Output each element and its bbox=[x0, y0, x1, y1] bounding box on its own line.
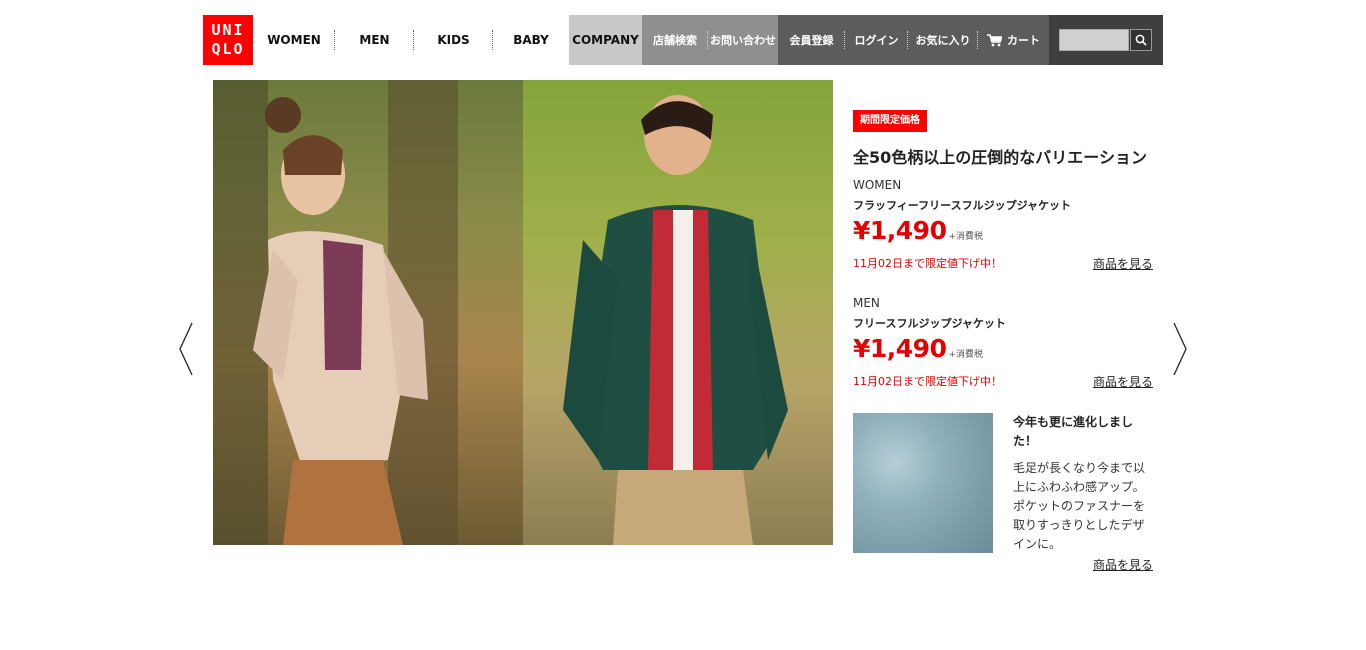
product-category: MEN bbox=[853, 296, 880, 310]
price-line: ¥1,490 +消費税 bbox=[853, 334, 1153, 364]
view-product-link[interactable]: 商品を見る bbox=[1093, 255, 1153, 272]
cart-link[interactable]: カート bbox=[978, 15, 1049, 65]
search-icon bbox=[1135, 34, 1147, 46]
view-product-link[interactable]: 商品を見る bbox=[1093, 373, 1153, 390]
fleece-texture-image bbox=[853, 413, 993, 553]
cart-label: カート bbox=[1007, 34, 1040, 47]
product-category: WOMEN bbox=[853, 178, 902, 192]
favorites-link[interactable]: お気に入り bbox=[908, 15, 978, 65]
product-price: ¥1,490 bbox=[853, 216, 947, 245]
product-name[interactable]: フラッフィーフリースフルジップジャケット bbox=[853, 197, 1153, 213]
search-area bbox=[1049, 15, 1163, 65]
support-links: 店舗検索 お問い合わせ bbox=[642, 15, 778, 65]
sale-note: 11月02日まで限定値下げ中！ bbox=[853, 257, 1002, 270]
store-search-link[interactable]: 店舗検索 bbox=[642, 15, 708, 65]
feature-block: 今年も更に進化しました！ 毛足が長くなり今まで以上にふわふわ感アップ。ポケットの… bbox=[853, 413, 1153, 573]
contact-link[interactable]: お問い合わせ bbox=[708, 15, 778, 65]
promo-panel: 期間限定価格 全50色柄以上の圧倒的なバリエーション WOMEN フラッフィーフ… bbox=[853, 108, 1153, 389]
limited-price-badge: 期間限定価格 bbox=[853, 110, 927, 132]
account-links: 会員登録 ログイン お気に入り カート bbox=[778, 15, 1049, 65]
nav-kids[interactable]: KIDS bbox=[414, 15, 493, 65]
logo-line-2: QLO bbox=[211, 40, 245, 58]
cart-icon bbox=[987, 33, 1002, 46]
feature-title: 今年も更に進化しました！ bbox=[1013, 415, 1134, 448]
product-men: MEN フリースフルジップジャケット ¥1,490 +消費税 11月02日まで限… bbox=[853, 296, 1153, 390]
logo-line-1: UNI bbox=[211, 21, 245, 39]
promo-headline: 全50色柄以上の圧倒的なバリエーション bbox=[853, 148, 1147, 167]
sale-note: 11月02日まで限定値下げ中！ bbox=[853, 375, 1002, 388]
price-line: ¥1,490 +消費税 bbox=[853, 216, 1153, 246]
product-price: ¥1,490 bbox=[853, 334, 947, 363]
search-input[interactable] bbox=[1059, 29, 1129, 51]
nav-men[interactable]: MEN bbox=[335, 15, 414, 65]
product-footer: 11月02日まで限定値下げ中！ 商品を見る bbox=[853, 255, 1153, 272]
next-arrow-icon[interactable] bbox=[1172, 322, 1188, 376]
men-photo bbox=[523, 80, 833, 545]
women-model-illustration bbox=[213, 80, 458, 545]
nav-baby[interactable]: BABY bbox=[493, 15, 569, 65]
women-photo bbox=[213, 80, 523, 545]
tax-note: +消費税 bbox=[948, 350, 984, 360]
site-header: UNI QLO WOMEN MEN KIDS BABY COMPANY 店舗検索… bbox=[203, 15, 1163, 65]
uniqlo-logo[interactable]: UNI QLO bbox=[203, 15, 253, 65]
register-link[interactable]: 会員登録 bbox=[778, 15, 845, 65]
search-button[interactable] bbox=[1130, 29, 1152, 51]
product-women: WOMEN フラッフィーフリースフルジップジャケット ¥1,490 +消費税 1… bbox=[853, 178, 1153, 272]
feature-view-product-link[interactable]: 商品を見る bbox=[1093, 556, 1153, 573]
men-model-illustration bbox=[563, 95, 788, 545]
product-name[interactable]: フリースフルジップジャケット bbox=[853, 315, 1153, 331]
main-nav: WOMEN MEN KIDS BABY bbox=[253, 15, 569, 65]
tax-note: +消費税 bbox=[948, 232, 984, 242]
login-link[interactable]: ログイン bbox=[845, 15, 908, 65]
prev-arrow-icon[interactable] bbox=[178, 322, 194, 376]
nav-women[interactable]: WOMEN bbox=[253, 15, 335, 65]
hero-carousel[interactable] bbox=[213, 80, 833, 545]
product-footer: 11月02日まで限定値下げ中！ 商品を見る bbox=[853, 373, 1153, 390]
nav-company[interactable]: COMPANY bbox=[569, 15, 642, 65]
feature-description: 毛足が長くなり今まで以上にふわふわ感アップ。ポケットのファスナーを取りすっきりと… bbox=[1013, 461, 1146, 551]
